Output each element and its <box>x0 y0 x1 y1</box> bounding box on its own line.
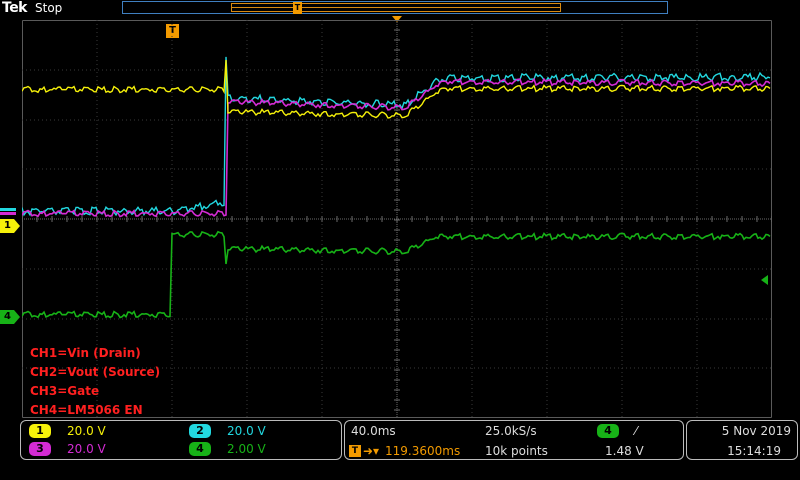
trigger-level[interactable]: 1.48 V <box>605 444 644 458</box>
ch2-waveform <box>22 56 771 217</box>
trigger-arrow-icon: ➜▾ <box>363 444 380 458</box>
ch4-scale[interactable]: 2.00 V <box>227 442 266 456</box>
trigger-position[interactable]: 119.3600ms <box>385 444 460 458</box>
sample-rate[interactable]: 25.0kS/s <box>485 424 537 438</box>
date-display: 5 Nov 2019 <box>721 424 791 438</box>
record-view-window[interactable] <box>231 3 561 12</box>
trigger-icon: T <box>349 445 361 457</box>
annotation-ch4: CH4=LM5066 EN <box>30 403 143 417</box>
record-trigger-marker: T <box>293 2 302 14</box>
trigger-level-icon[interactable] <box>761 275 768 285</box>
ch3-badge[interactable]: 3 <box>29 442 51 456</box>
time-per-div[interactable]: 40.0ms <box>351 424 396 438</box>
record-length[interactable]: 10k points <box>485 444 548 458</box>
channel-scale-panel: 1 20.0 V 2 20.0 V 3 20.0 V 4 2.00 V <box>20 420 342 460</box>
tek-logo: Tek <box>2 0 28 16</box>
annotation-ch3: CH3=Gate <box>30 384 100 398</box>
ch1-badge[interactable]: 1 <box>29 424 51 438</box>
ch4-position-marker[interactable]: 4 <box>0 310 20 324</box>
ch1-scale[interactable]: 20.0 V <box>67 424 106 438</box>
ch4-waveform <box>22 230 771 319</box>
trigger-slope-icon[interactable]: ⁄ <box>635 424 637 438</box>
ch1-position-marker[interactable]: 1 <box>0 219 20 233</box>
ch1-waveform <box>22 59 771 119</box>
annotation-ch2: CH2=Vout (Source) <box>30 365 161 379</box>
acquisition-state[interactable]: Stop <box>35 1 62 15</box>
time-display: 15:14:19 <box>727 444 781 458</box>
trigger-source-badge[interactable]: 4 <box>597 424 619 438</box>
datetime-panel: 5 Nov 2019 15:14:19 <box>686 420 798 460</box>
annotation-ch1: CH1=Vin (Drain) <box>30 346 141 360</box>
ch3-scale[interactable]: 20.0 V <box>67 442 106 456</box>
ch2-ch3-position-markers[interactable] <box>0 208 16 216</box>
channel-annotations: CH1=Vin (Drain) CH2=Vout (Source) CH3=Ga… <box>30 344 160 420</box>
ch2-scale[interactable]: 20.0 V <box>227 424 266 438</box>
ch4-badge[interactable]: 4 <box>189 442 211 456</box>
ch2-badge[interactable]: 2 <box>189 424 211 438</box>
timebase-trigger-panel: 40.0ms 25.0kS/s T ➜▾ 119.3600ms 10k poin… <box>344 420 684 460</box>
